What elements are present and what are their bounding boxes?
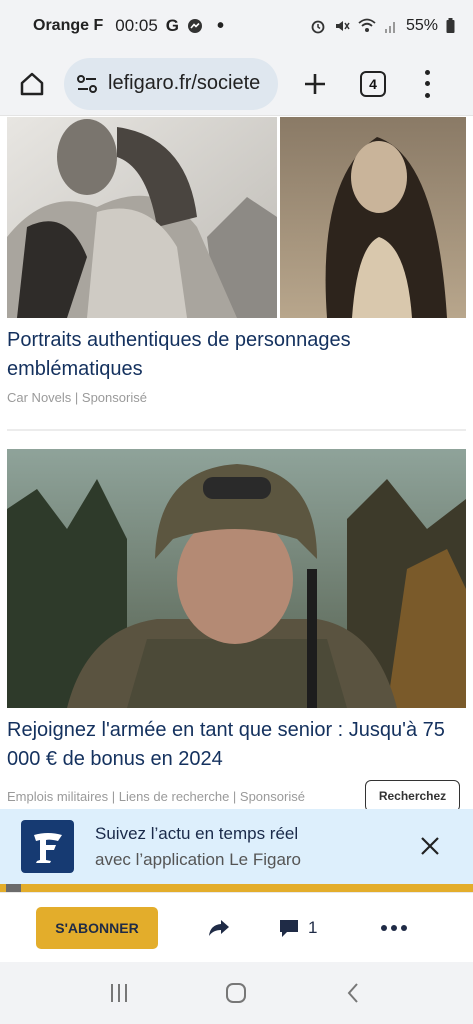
wifi-icon (358, 18, 376, 32)
more-options-button[interactable] (381, 924, 408, 931)
soldier-image[interactable] (7, 449, 466, 708)
tab-switcher-button[interactable]: 4 (360, 70, 386, 97)
banner-subline: avec l’application Le Figaro (95, 849, 302, 869)
kebab-dot (424, 92, 430, 98)
home-button[interactable] (14, 66, 50, 102)
back-icon[interactable] (342, 981, 366, 1005)
status-bar: Orange F 00:05 G • 55% (0, 0, 473, 52)
url-text[interactable]: lefigaro.fr/societe (108, 72, 260, 95)
recent-apps-icon[interactable] (107, 981, 131, 1005)
dot-icon: • (217, 14, 225, 37)
app-promo-banner[interactable]: Suivez l’actu en temps réel avec l’appli… (0, 809, 473, 884)
home-icon (20, 72, 44, 95)
comment-icon (280, 919, 298, 937)
article-title[interactable]: Portraits authentiques de personnages em… (7, 326, 466, 384)
browser-toolbar: lefigaro.fr/societe 4 (0, 52, 473, 116)
search-cta-button[interactable]: Recherchez (365, 780, 460, 809)
kebab-icon (424, 69, 430, 75)
battery-icon (446, 18, 455, 33)
article-source: Car Novels | Sponsorisé (7, 390, 147, 405)
comment-count: 1 (308, 917, 318, 937)
browser-menu-button[interactable] (422, 69, 432, 98)
battery-label: 55% (405, 17, 438, 34)
divider (7, 429, 466, 431)
google-icon: G (165, 16, 180, 35)
more-dot (391, 924, 398, 931)
kebab-dot (424, 81, 430, 86)
plus-icon (305, 73, 325, 94)
address-bar[interactable]: lefigaro.fr/societe (64, 57, 278, 110)
more-icon (381, 924, 388, 931)
article-toolbar: S'ABONNER 1 (0, 892, 473, 962)
comments-button[interactable]: 1 (278, 917, 317, 939)
site-settings-icon[interactable] (76, 73, 98, 95)
banner-headline: Suivez l’actu en temps réel (95, 823, 299, 843)
new-tab-button[interactable] (298, 67, 332, 101)
alarm-icon (311, 20, 325, 34)
carrier-label: Orange F (33, 17, 104, 34)
system-navigation-bar (0, 962, 473, 1024)
sponsored-card[interactable]: Portraits authentiques de personnages em… (0, 117, 473, 405)
portraits-image[interactable] (7, 117, 466, 318)
clock: 00:05 (115, 16, 158, 35)
article-source: Emplois militaires | Liens de recherche … (7, 788, 305, 804)
article-title[interactable]: Rejoignez l'armée en tant que senior : J… (7, 716, 466, 774)
mute-icon (335, 21, 350, 31)
share-icon[interactable] (206, 915, 232, 941)
subscribe-button[interactable]: S'ABONNER (36, 906, 158, 949)
sponsored-card[interactable]: Rejoignez l'armée en tant que senior : J… (0, 449, 473, 809)
progress-marker (6, 884, 21, 892)
signal-icon (384, 22, 395, 33)
more-dot (401, 924, 408, 931)
home-nav-icon[interactable] (224, 981, 248, 1005)
reading-progress-bar (0, 884, 473, 892)
close-icon[interactable] (419, 835, 441, 857)
messenger-icon (188, 19, 203, 33)
le-figaro-logo (21, 820, 74, 873)
article-feed[interactable]: Portraits authentiques de personnages em… (0, 117, 473, 809)
